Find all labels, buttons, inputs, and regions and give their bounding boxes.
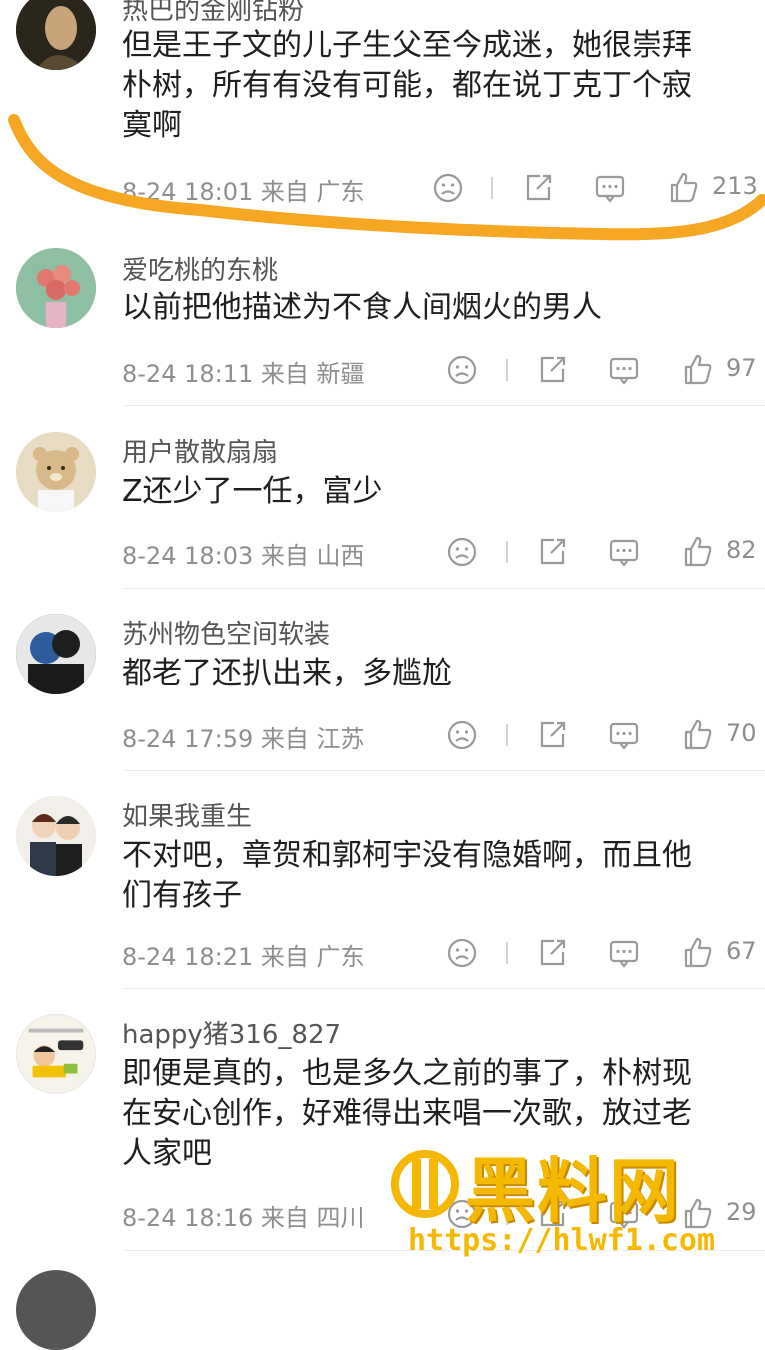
divider (506, 724, 508, 746)
dislike-face-icon[interactable] (442, 715, 482, 755)
comment-text: 但是王子文的儿子生父至今成迷，她很崇拜 朴树，所有有没有可能，都在说丁克丁个寂 … (122, 28, 692, 143)
dislike-face-icon[interactable] (428, 168, 468, 208)
avatar[interactable] (16, 1014, 96, 1094)
dislike-face-icon[interactable] (442, 933, 482, 973)
dislike-face-icon[interactable] (442, 350, 482, 390)
avatar[interactable] (16, 796, 96, 876)
reply-comment-icon[interactable] (604, 532, 644, 572)
comment-time: 8-24 18:03 来自 山西 (122, 542, 365, 570)
comment-username[interactable]: happy猪316_827 (122, 1014, 341, 1051)
thumbs-up-icon[interactable] (664, 168, 704, 208)
avatar[interactable] (16, 248, 96, 328)
row-divider (122, 405, 765, 406)
thumbs-up-icon[interactable] (678, 532, 718, 572)
avatar[interactable] (16, 432, 96, 512)
share-icon[interactable] (532, 933, 572, 973)
reply-comment-icon[interactable] (604, 933, 644, 973)
avatar[interactable] (16, 1270, 96, 1350)
like-count: 82 (726, 536, 757, 564)
watermark-url: https://hlwf1.com (408, 1223, 716, 1258)
watermark-brand: 黑料网 (465, 1150, 681, 1232)
thumbs-up-icon[interactable] (678, 350, 718, 390)
comment-text: 都老了还扒出来，多尴尬 (122, 656, 452, 691)
comment-username[interactable]: 用户散散扇扇 (122, 432, 278, 469)
thumbs-up-icon[interactable] (678, 933, 718, 973)
like-count: 97 (726, 354, 757, 382)
watermark: 黑料网 https://hlwf1.com (390, 1135, 740, 1265)
dislike-face-icon[interactable] (442, 532, 482, 572)
comment-meta: 8-24 18:21 来自 广东 67 (0, 933, 765, 973)
comment-meta: 8-24 18:03 来自 山西 82 (0, 532, 765, 572)
comment-time: 8-24 18:11 来自 新疆 (122, 360, 365, 388)
share-icon[interactable] (518, 168, 558, 208)
reply-comment-icon[interactable] (590, 168, 630, 208)
divider (506, 942, 508, 964)
divider (506, 359, 508, 381)
comment-text: 不对吧，章贺和郭柯宇没有隐婚啊，而且他 们有孩子 (122, 838, 692, 913)
comment-time: 8-24 17:59 来自 江苏 (122, 725, 365, 753)
comment-username[interactable]: 苏州物色空间软装 (122, 614, 330, 651)
comment-time: 8-24 18:01 来自 广东 (122, 178, 365, 206)
share-icon[interactable] (532, 350, 572, 390)
comment-username[interactable]: 热巴的金刚钻粉 (122, 0, 304, 27)
comment-text: 以前把他描述为不食人间烟火的男人 (122, 290, 602, 325)
comment-username[interactable]: 爱吃桃的东桃 (122, 250, 278, 287)
watermark-logo-icon (391, 1150, 459, 1218)
comment-time: 8-24 18:21 来自 广东 (122, 943, 365, 971)
divider (491, 177, 493, 199)
comment-text: Z还少了一任，富少 (122, 474, 383, 509)
reply-comment-icon[interactable] (604, 715, 644, 755)
comment-meta: 8-24 18:11 来自 新疆 97 (0, 350, 765, 390)
comment-time: 8-24 18:16 来自 四川 (122, 1204, 365, 1232)
like-count: 70 (726, 719, 757, 747)
share-icon[interactable] (532, 715, 572, 755)
divider (506, 541, 508, 563)
row-divider (122, 588, 765, 589)
row-divider (122, 770, 765, 771)
comment-meta: 8-24 18:01 来自 广东 213 (0, 168, 765, 208)
thumbs-up-icon[interactable] (678, 715, 718, 755)
comment-meta: 8-24 17:59 来自 江苏 70 (0, 715, 765, 755)
reply-comment-icon[interactable] (604, 350, 644, 390)
like-count: 213 (712, 172, 758, 200)
share-icon[interactable] (532, 532, 572, 572)
comment-username[interactable]: 如果我重生 (122, 796, 252, 833)
avatar[interactable] (16, 614, 96, 694)
like-count: 67 (726, 937, 757, 965)
row-divider (122, 988, 765, 989)
avatar[interactable] (16, 0, 96, 70)
